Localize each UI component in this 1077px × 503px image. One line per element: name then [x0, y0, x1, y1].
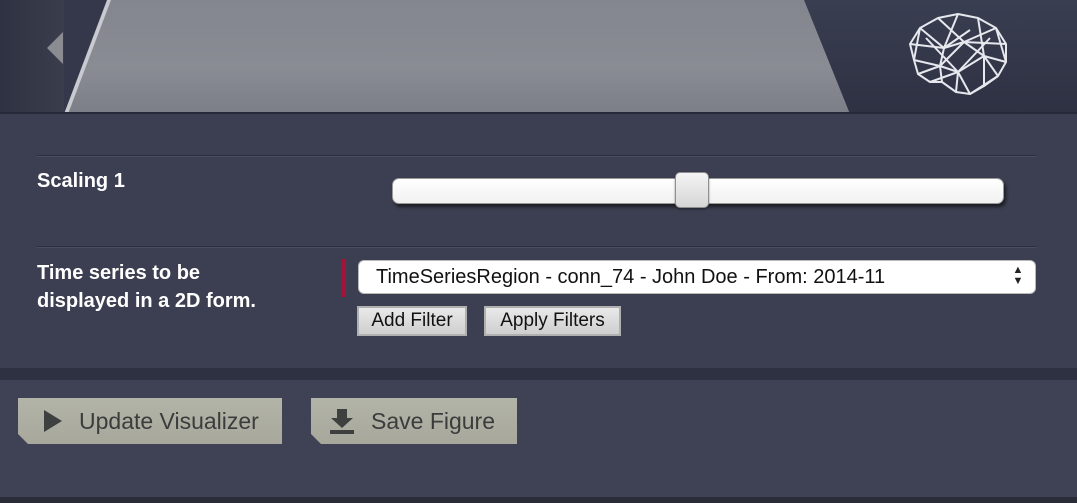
- apply-filters-button[interactable]: Apply Filters: [484, 306, 621, 336]
- divider: [37, 246, 1037, 248]
- play-icon: [44, 410, 62, 432]
- time-series-label-line2: displayed in a 2D form.: [37, 290, 256, 312]
- header-bar: [0, 0, 1077, 114]
- download-icon: [329, 408, 355, 434]
- header-divider: [0, 112, 1077, 114]
- footer-divider-band: [0, 368, 1077, 380]
- save-figure-button[interactable]: Save Figure: [311, 398, 517, 444]
- collapse-left-arrow-icon[interactable]: [47, 32, 63, 64]
- scaling-label: Scaling 1: [37, 170, 125, 192]
- scaling-slider-handle[interactable]: [675, 172, 709, 208]
- header-title-area: [64, 0, 850, 114]
- add-filter-button[interactable]: Add Filter: [357, 306, 467, 336]
- bottom-strip: [0, 497, 1077, 503]
- time-series-label-line1: Time series to be: [37, 262, 201, 284]
- required-marker: [342, 259, 346, 297]
- select-updown-arrows-icon: ▲ ▼: [1012, 264, 1024, 287]
- divider: [37, 155, 1037, 157]
- time-series-label: Time series to be displayed in a 2D form…: [37, 259, 256, 315]
- brain-wireframe-icon: [909, 13, 1007, 95]
- time-series-select[interactable]: TimeSeriesRegion - conn_74 - John Doe - …: [358, 260, 1036, 294]
- update-visualizer-label: Update Visualizer: [79, 408, 259, 434]
- save-figure-label: Save Figure: [371, 408, 496, 434]
- update-visualizer-button[interactable]: Update Visualizer: [18, 398, 282, 444]
